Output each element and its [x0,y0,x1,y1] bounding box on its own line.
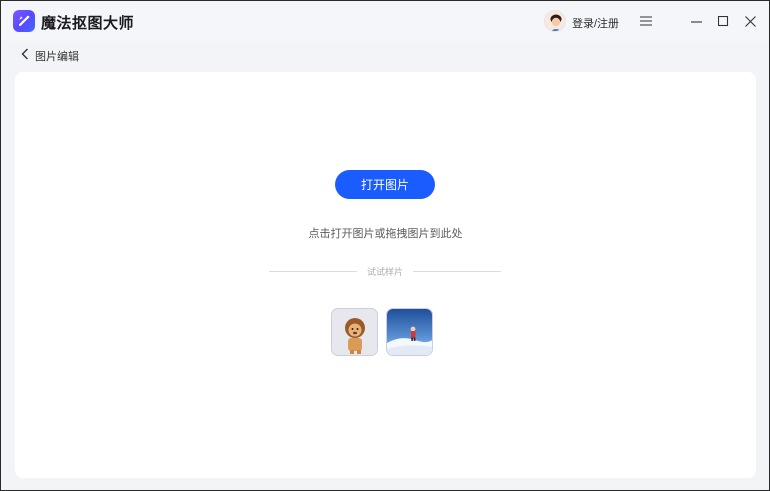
app-title: 魔法抠图大师 [41,15,135,32]
sample-thumbnail-snow[interactable] [386,308,433,356]
login-register-link[interactable]: 登录/注册 [572,15,619,31]
user-avatar[interactable] [544,10,566,32]
divider-line-left [269,270,357,272]
back-button[interactable]: 图片编辑 [21,47,79,65]
hamburger-menu-icon[interactable] [636,11,656,31]
sample-thumbnail-lion[interactable] [331,308,378,356]
samples-label: 试试样片 [367,266,404,277]
app-window: 魔法抠图大师 登录/注册 图片编辑 打开图片 点击打开图片或拖拽图片到此处 试试… [0,0,770,491]
maximize-icon[interactable] [713,11,733,31]
close-icon[interactable] [740,11,760,31]
back-label: 图片编辑 [35,51,79,63]
chevron-left-icon [21,47,29,65]
magic-wand-logo-icon [13,10,35,32]
open-image-button[interactable]: 打开图片 [335,170,435,199]
minimize-icon[interactable] [686,11,706,31]
drop-hint-text: 点击打开图片或拖拽图片到此处 [308,228,463,240]
upload-panel[interactable]: 打开图片 点击打开图片或拖拽图片到此处 试试样片 [15,72,756,478]
divider-line-right [413,270,502,272]
title-bar: 魔法抠图大师 登录/注册 [1,1,769,41]
samples-divider: 试试样片 [269,264,502,278]
